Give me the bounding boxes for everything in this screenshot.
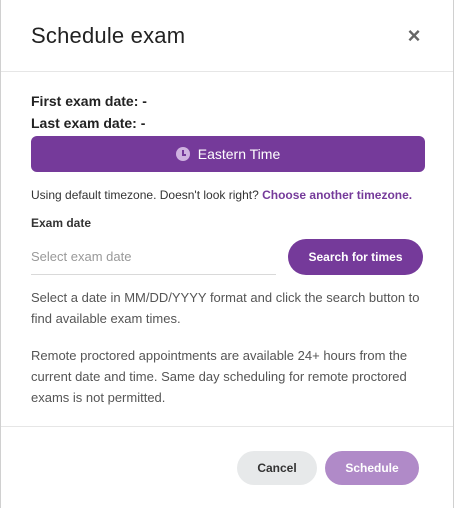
- timezone-button[interactable]: Eastern Time: [31, 136, 425, 172]
- search-for-times-button[interactable]: Search for times: [288, 238, 423, 275]
- close-icon[interactable]: ×: [405, 24, 423, 46]
- timezone-button-label: Eastern Time: [197, 146, 281, 162]
- modal-title: Schedule exam: [31, 22, 186, 48]
- timezone-note: Using default timezone. Doesn't look rig…: [31, 188, 423, 202]
- clock-icon: [175, 147, 190, 161]
- timezone-note-text: Using default timezone. Doesn't look rig…: [31, 188, 259, 202]
- exam-date-input[interactable]: [31, 238, 276, 275]
- modal-footer: Cancel Schedule: [1, 426, 453, 508]
- exam-date-label: Exam date: [31, 216, 92, 230]
- cancel-button[interactable]: Cancel: [237, 450, 317, 485]
- schedule-exam-modal: Schedule exam × First exam date: - Last …: [0, 0, 454, 508]
- first-exam-date: First exam date: -: [31, 93, 147, 109]
- exam-dates: First exam date: - Last exam date: -: [31, 90, 423, 134]
- schedule-button[interactable]: Schedule: [325, 450, 419, 485]
- modal-header: Schedule exam ×: [1, 0, 453, 72]
- last-exam-date: Last exam date: -: [31, 115, 146, 131]
- help-text-remote: Remote proctored appointments are availa…: [31, 348, 408, 405]
- choose-timezone-link[interactable]: Choose another timezone.: [262, 188, 412, 202]
- modal-body: First exam date: - Last exam date: - Eas…: [1, 72, 453, 408]
- help-text-format: Select a date in MM/DD/YYYY format and c…: [31, 290, 420, 326]
- exam-date-row: Search for times: [31, 238, 423, 275]
